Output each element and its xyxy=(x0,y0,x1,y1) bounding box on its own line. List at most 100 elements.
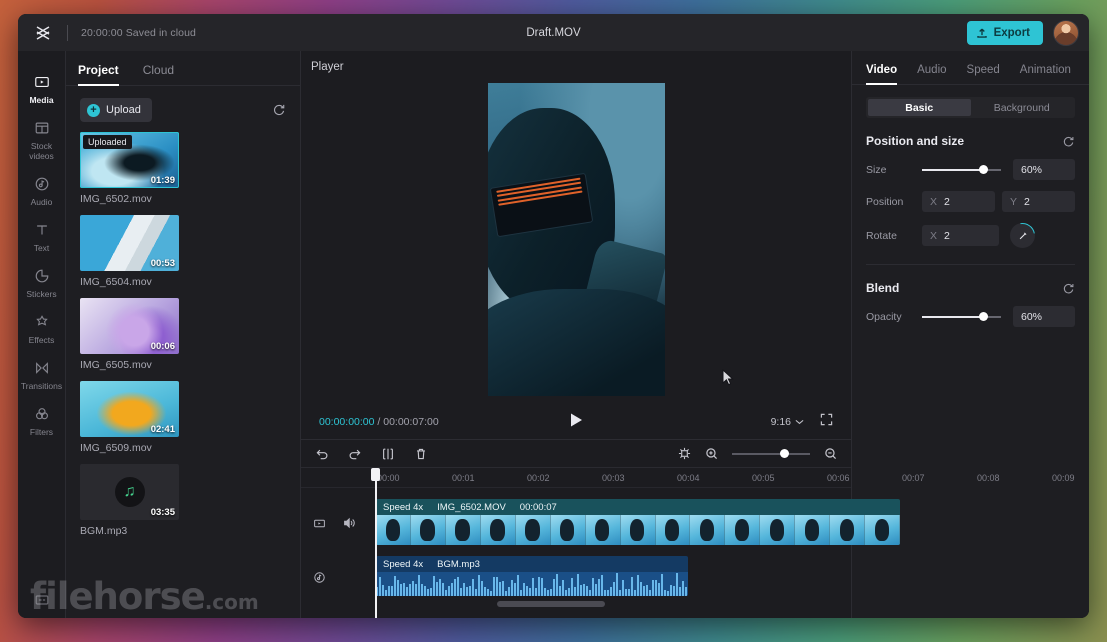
tab-animation[interactable]: Animation xyxy=(1020,64,1071,84)
tab-audio[interactable]: Audio xyxy=(917,64,946,84)
zoom-out-icon[interactable] xyxy=(824,447,837,460)
timeline-ruler[interactable]: 00:00 00:01 00:02 00:03 00:04 00:05 00:0… xyxy=(301,467,851,488)
left-sidebar: Media Stock videos Audio xyxy=(18,51,66,618)
capcut-logo-icon[interactable] xyxy=(32,22,54,44)
tab-cloud[interactable]: Cloud xyxy=(143,63,174,85)
export-button[interactable]: Export xyxy=(967,21,1043,45)
transitions-icon xyxy=(34,359,50,377)
upload-button[interactable]: + Upload xyxy=(80,98,152,122)
media-item-img-6505[interactable]: 00:06 IMG_6505.mov xyxy=(80,298,179,371)
music-note-icon: ♫ xyxy=(115,477,145,507)
captions-icon[interactable] xyxy=(18,592,66,608)
size-value: 60% xyxy=(1021,164,1042,176)
size-label: Size xyxy=(866,164,922,176)
ruler-tick: 00:00 xyxy=(377,473,400,483)
track-audio-icon[interactable] xyxy=(313,571,326,589)
chevron-down-icon xyxy=(795,419,804,425)
media-grid: Uploaded 01:39 IMG_6502.mov 00:53 IMG_65… xyxy=(66,132,300,537)
timeline-clip-video[interactable]: Speed 4x IMG_6502.MOV 00:00:07 xyxy=(376,499,900,545)
media-duration: 02:41 xyxy=(151,424,175,435)
position-x-field[interactable]: X 2 xyxy=(922,191,995,212)
opacity-slider-knob[interactable] xyxy=(979,312,988,321)
ruler-tick: 00:01 xyxy=(452,473,475,483)
playhead-head[interactable] xyxy=(375,468,377,488)
split-icon[interactable] xyxy=(381,447,395,461)
media-thumbnail: ♫ 03:35 xyxy=(80,464,179,520)
tab-video[interactable]: Video xyxy=(866,64,897,84)
size-slider[interactable] xyxy=(922,169,1001,171)
track-header-video xyxy=(301,516,375,535)
plus-icon: + xyxy=(87,104,100,117)
sidebar-item-audio[interactable]: Audio xyxy=(18,167,66,213)
fit-to-screen-icon[interactable] xyxy=(678,447,691,460)
ruler-tick: 00:08 xyxy=(977,473,1000,483)
playhead-handle[interactable] xyxy=(371,468,380,481)
timeline-scrollbar-thumb[interactable] xyxy=(497,601,605,607)
sidebar-item-text[interactable]: Text xyxy=(18,213,66,259)
sidebar-item-stock-videos[interactable]: Stock videos xyxy=(18,111,66,167)
media-item-name: IMG_6509.mov xyxy=(80,442,179,454)
basic-background-toggle: Basic Background xyxy=(866,97,1075,118)
fullscreen-icon[interactable] xyxy=(820,413,833,431)
size-slider-knob[interactable] xyxy=(979,165,988,174)
rotate-x-field[interactable]: X 2 xyxy=(922,225,999,246)
media-item-name: IMG_6502.mov xyxy=(80,193,179,205)
reset-icon[interactable] xyxy=(1062,282,1075,295)
sidebar-item-stickers[interactable]: Stickers xyxy=(18,259,66,305)
media-item-img-6502[interactable]: Uploaded 01:39 IMG_6502.mov xyxy=(80,132,179,205)
clip-audio-speed: Speed 4x xyxy=(383,559,423,570)
uploaded-badge: Uploaded xyxy=(83,135,132,149)
rotate-knob-icon[interactable] xyxy=(1010,223,1035,248)
stock-videos-icon xyxy=(34,119,50,137)
tab-speed[interactable]: Speed xyxy=(967,64,1000,84)
opacity-slider[interactable] xyxy=(922,316,1001,318)
sidebar-item-transitions-label: Transitions xyxy=(21,381,62,391)
position-y-field[interactable]: Y 2 xyxy=(1002,191,1075,212)
segment-background[interactable]: Background xyxy=(971,99,1074,116)
zoom-slider-knob[interactable] xyxy=(780,449,789,458)
zoom-in-icon[interactable] xyxy=(705,447,718,460)
delete-icon[interactable] xyxy=(414,447,428,461)
aspect-ratio-selector[interactable]: 9:16 xyxy=(771,416,804,428)
sidebar-item-audio-label: Audio xyxy=(31,197,53,207)
upload-button-label: Upload xyxy=(106,104,141,116)
media-thumbnail: 00:06 xyxy=(80,298,179,354)
refresh-icon[interactable] xyxy=(272,103,286,117)
play-icon[interactable] xyxy=(569,412,584,433)
sidebar-item-effects[interactable]: Effects xyxy=(18,305,66,351)
tab-project[interactable]: Project xyxy=(78,63,119,85)
sidebar-item-transitions[interactable]: Transitions xyxy=(18,351,66,397)
undo-icon[interactable] xyxy=(315,447,329,461)
timeline-tracks: Speed 4x IMG_6502.MOV 00:00:07 xyxy=(301,488,851,618)
video-preview[interactable] xyxy=(488,83,665,396)
opacity-value-field[interactable]: 60% xyxy=(1013,306,1075,327)
blend-header: Blend xyxy=(852,265,1089,295)
media-item-bgm[interactable]: ♫ 03:35 BGM.mp3 xyxy=(80,464,179,537)
position-y-value: 2 xyxy=(1024,196,1030,208)
reset-icon[interactable] xyxy=(1062,135,1075,148)
media-item-img-6504[interactable]: 00:53 IMG_6504.mov xyxy=(80,215,179,288)
user-avatar[interactable] xyxy=(1053,20,1079,46)
timeline-clip-audio[interactable]: Speed 4x BGM.mp3 xyxy=(376,556,688,596)
timeline-scrollbar-track[interactable] xyxy=(301,595,851,615)
media-item-name: IMG_6505.mov xyxy=(80,359,179,371)
sidebar-item-filters[interactable]: Filters xyxy=(18,397,66,443)
playhead-line[interactable] xyxy=(375,488,377,618)
track-mute-icon[interactable] xyxy=(342,516,356,535)
opacity-row: Opacity 60% xyxy=(852,295,1089,327)
segment-basic[interactable]: Basic xyxy=(868,99,971,116)
track-video-icon[interactable] xyxy=(313,517,326,535)
clip-video-duration: 00:00:07 xyxy=(520,502,557,513)
media-thumbnail: Uploaded 01:39 xyxy=(80,132,179,188)
clip-video-speed: Speed 4x xyxy=(383,502,423,513)
size-value-field[interactable]: 60% xyxy=(1013,159,1075,180)
sidebar-item-media[interactable]: Media xyxy=(18,65,66,111)
media-duration: 00:53 xyxy=(151,258,175,269)
redo-icon[interactable] xyxy=(348,447,362,461)
stickers-icon xyxy=(34,267,50,285)
media-item-img-6509[interactable]: 02:41 IMG_6509.mov xyxy=(80,381,179,454)
ruler-tick: 00:04 xyxy=(677,473,700,483)
clip-video-name: IMG_6502.MOV xyxy=(437,502,506,513)
player-title: Player xyxy=(301,51,851,73)
zoom-slider[interactable] xyxy=(732,453,810,455)
